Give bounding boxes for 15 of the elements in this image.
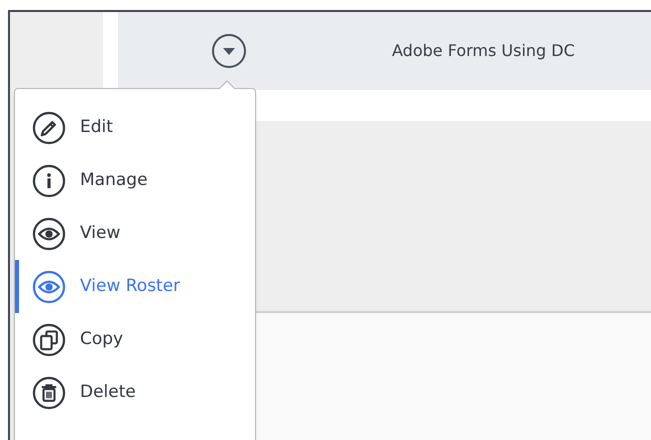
trash-icon <box>32 376 66 410</box>
eye-icon <box>32 270 66 304</box>
menu-item[interactable]: View <box>15 207 255 260</box>
copy-icon <box>32 322 66 356</box>
dropdown-button[interactable] <box>212 34 246 68</box>
pencil-icon <box>32 110 66 144</box>
column-title: Adobe Forms Using DC <box>392 40 575 62</box>
menu-item[interactable]: View Roster <box>15 260 255 313</box>
caret-icon <box>223 48 235 54</box>
eye-icon <box>32 216 66 250</box>
menu-item[interactable]: Manage <box>15 154 255 207</box>
menu-item[interactable]: Delete <box>15 366 255 419</box>
info-icon <box>32 164 66 198</box>
menu-item[interactable]: Copy <box>15 313 255 366</box>
menu-item[interactable]: Edit <box>15 101 255 154</box>
